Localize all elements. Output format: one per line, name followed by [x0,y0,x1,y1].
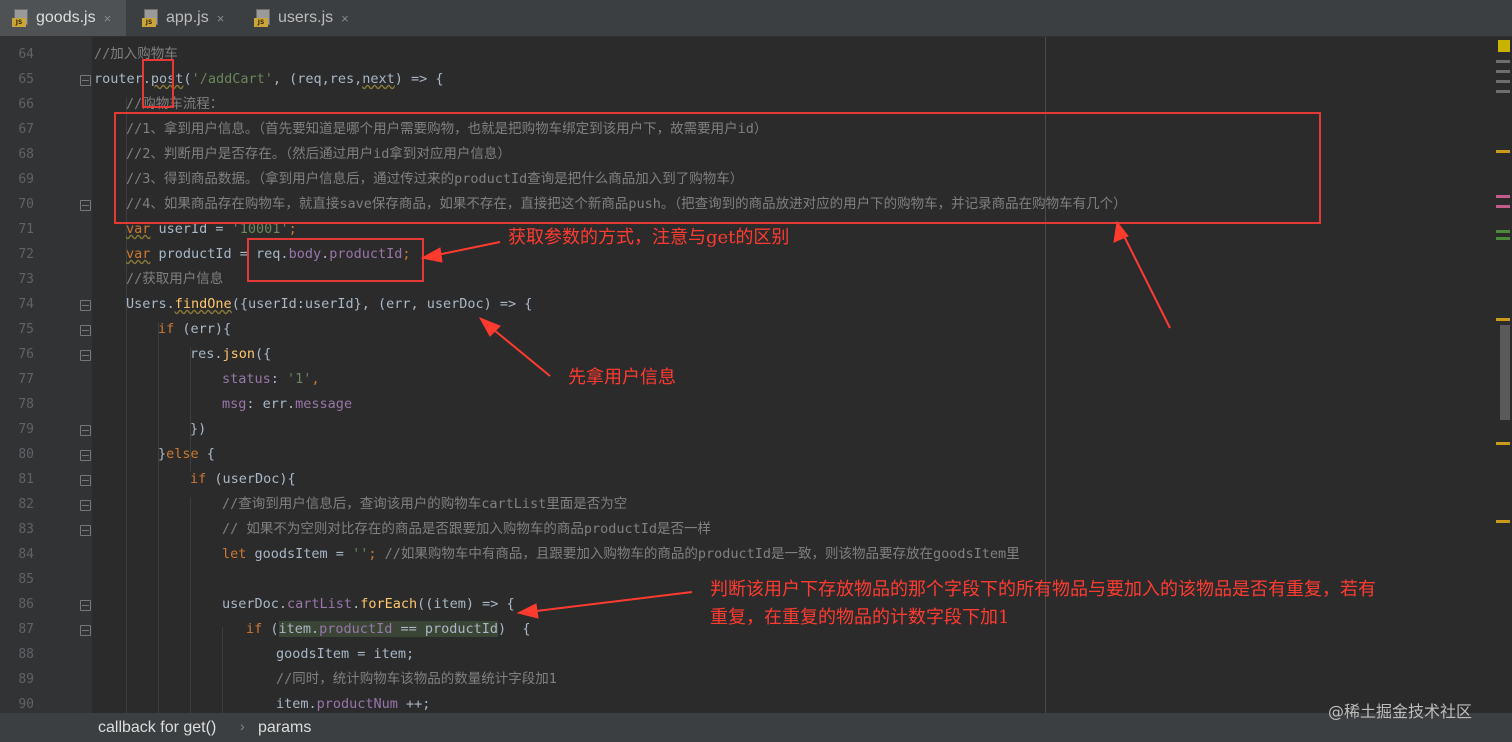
breadcrumb-separator-icon: › [240,718,245,734]
annotation-user-info: 先拿用户信息 [568,367,676,388]
annotation-duplicate-line1: 判断该用户下存放物品的那个字段下的所有物品与要加入的该物品是否有重复，若有 [710,579,1376,600]
breadcrumb-item-callback[interactable]: callback for get() [98,719,216,737]
annotation-duplicate-line2: 重复，在重复的物品的计数字段下加1 [710,607,1010,628]
watermark: @稀土掘金技术社区 [1328,702,1473,721]
breadcrumb-item-params[interactable]: params [258,719,311,737]
annotation-params: 获取参数的方式，注意与get的区别 [508,227,790,248]
breadcrumb-bar: callback for get() › params [0,713,1512,742]
